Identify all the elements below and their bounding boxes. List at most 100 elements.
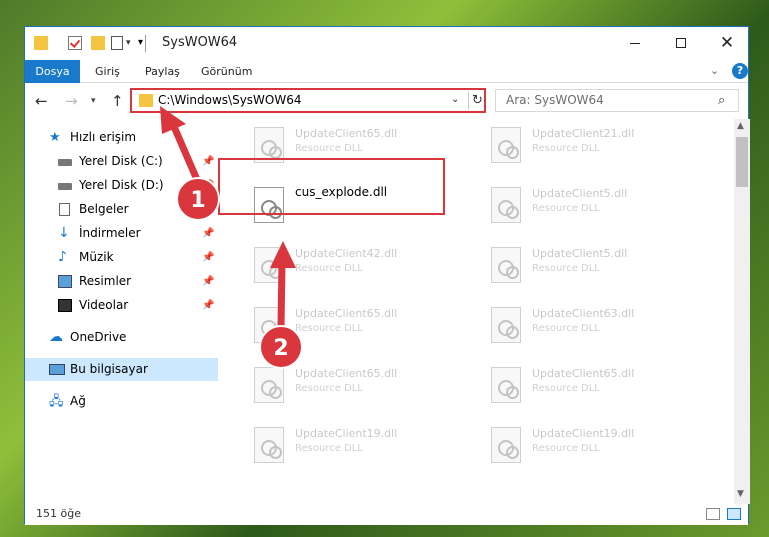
pictures-icon: [58, 275, 72, 288]
minimize-button[interactable]: [612, 27, 658, 59]
file-type: Resource DLL: [532, 323, 600, 334]
help-icon[interactable]: ?: [732, 63, 748, 79]
maximize-button[interactable]: [658, 27, 704, 59]
recent-locations-icon[interactable]: ▾: [91, 96, 96, 106]
sidebar-item-label: Hızlı erişim: [70, 130, 137, 144]
file-name: UpdateClient19.dll: [532, 427, 635, 440]
search-box[interactable]: Ara: SysWOW64 ⌕: [495, 89, 739, 112]
file-name: UpdateClient5.dll: [532, 187, 628, 200]
download-icon: ↓: [58, 225, 70, 241]
list-item[interactable]: UpdateClient19.dll Resource DLL: [246, 421, 466, 471]
properties-check-icon[interactable]: [68, 36, 82, 50]
file-name: UpdateClient65.dll: [295, 127, 398, 140]
sidebar-item-onedrive[interactable]: ☁ OneDrive: [25, 326, 218, 349]
expand-ribbon-icon[interactable]: ⌄: [710, 64, 719, 77]
sidebar-item-label: OneDrive: [70, 330, 127, 344]
tab-share[interactable]: Paylaş: [137, 60, 188, 83]
tab-view[interactable]: Görünüm: [193, 60, 260, 83]
list-item[interactable]: UpdateClient5.dll Resource DLL: [483, 181, 703, 231]
file-type: Resource DLL: [532, 203, 600, 214]
view-options-icon[interactable]: [111, 36, 123, 50]
dll-file-icon: [254, 427, 284, 463]
file-name: UpdateClient19.dll: [295, 427, 398, 440]
file-type: Resource DLL: [295, 323, 363, 334]
ribbon-tabs: Dosya Giriş Paylaş Görünüm ⌄ ?: [25, 60, 748, 83]
file-name: UpdateClient42.dll: [295, 247, 398, 260]
pin-icon[interactable]: 📌: [202, 150, 214, 173]
vertical-scrollbar[interactable]: ▲ ▼: [734, 119, 750, 504]
pin-icon[interactable]: 📌: [202, 294, 214, 317]
computer-icon: [49, 364, 65, 375]
file-type: Resource DLL: [532, 383, 600, 394]
step-1-badge: 1: [176, 177, 220, 221]
tab-file[interactable]: Dosya: [25, 60, 80, 83]
pin-icon[interactable]: 📌: [202, 270, 214, 293]
list-item[interactable]: UpdateClient5.dll Resource DLL: [483, 241, 703, 291]
details-view-icon[interactable]: [706, 508, 720, 520]
sidebar-item-downloads[interactable]: ↓ İndirmeler 📌: [25, 222, 218, 245]
folder-icon: [139, 94, 153, 107]
sidebar-item-this-pc[interactable]: Bu bilgisayar: [25, 358, 218, 381]
chevron-down-icon[interactable]: ⌄: [451, 94, 459, 105]
forward-arrow-icon[interactable]: →: [65, 92, 78, 110]
customize-toolbar-icon[interactable]: ▾: [138, 37, 143, 48]
chevron-down-icon[interactable]: ▾: [126, 38, 131, 48]
sidebar-item-pictures[interactable]: Resimler 📌: [25, 270, 218, 293]
folder-icon[interactable]: [34, 36, 48, 50]
sidebar-item-quick-access[interactable]: ★ Hızlı erişim: [25, 126, 218, 149]
file-name: UpdateClient65.dll: [295, 307, 398, 320]
file-name: UpdateClient63.dll: [532, 307, 635, 320]
maximize-icon: [676, 38, 686, 48]
scroll-thumb[interactable]: [736, 137, 748, 187]
network-icon: 🖧: [49, 394, 64, 409]
step-2-badge: 2: [259, 325, 303, 369]
divider: [145, 35, 146, 52]
up-arrow-icon[interactable]: ↑: [111, 92, 124, 110]
list-item[interactable]: UpdateClient63.dll Resource DLL: [483, 301, 703, 351]
file-name: UpdateClient65.dll: [295, 367, 398, 380]
file-type: Resource DLL: [295, 443, 363, 454]
close-button[interactable]: ✕: [704, 27, 750, 59]
search-input[interactable]: Ara: SysWOW64: [506, 93, 604, 107]
file-name: UpdateClient5.dll: [532, 247, 628, 260]
sidebar-item-label: Yerel Disk (D:): [79, 178, 164, 192]
new-folder-icon[interactable]: [91, 36, 105, 50]
file-type: Resource DLL: [295, 383, 363, 394]
list-item[interactable]: UpdateClient19.dll Resource DLL: [483, 421, 703, 471]
address-path[interactable]: C:\Windows\SysWOW64: [158, 93, 302, 107]
drive-icon: [58, 159, 72, 166]
list-item[interactable]: UpdateClient42.dll Resource DLL: [246, 241, 466, 291]
navigation-bar: ← → ▾ ↑ C:\Windows\SysWOW64 ⌄ ↻ Ara: Sys…: [25, 84, 748, 118]
refresh-icon[interactable]: ↻: [468, 91, 486, 110]
minimize-icon: [630, 42, 640, 44]
sidebar-item-label: Resimler: [79, 274, 132, 288]
documents-icon: [59, 203, 70, 216]
drive-icon: [58, 183, 72, 190]
back-arrow-icon[interactable]: ←: [35, 92, 48, 110]
scroll-up-icon[interactable]: ▲: [737, 121, 744, 131]
pin-icon[interactable]: 📌: [202, 222, 214, 245]
dll-file-icon: [491, 367, 521, 403]
sidebar-item-label: Yerel Disk (C:): [79, 154, 163, 168]
item-count: 151 öğe: [36, 507, 81, 520]
file-type: Resource DLL: [532, 143, 600, 154]
large-icons-view-icon[interactable]: [727, 508, 741, 520]
search-icon[interactable]: ⌕: [718, 93, 725, 108]
window-title: SysWOW64: [162, 35, 238, 50]
scroll-down-icon[interactable]: ▼: [737, 489, 744, 499]
tab-home[interactable]: Giriş: [87, 60, 128, 83]
list-item[interactable]: UpdateClient21.dll Resource DLL: [483, 121, 703, 171]
sidebar-item-videos[interactable]: Videolar 📌: [25, 294, 218, 317]
file-type: Resource DLL: [295, 143, 363, 154]
sidebar-item-music[interactable]: ♪ Müzik 📌: [25, 246, 218, 269]
dll-file-icon: [491, 187, 521, 223]
sidebar-item-network[interactable]: 🖧 Ağ: [25, 390, 218, 413]
explorer-window: ▾ ▾ SysWOW64 ✕ Dosya Giriş Paylaş Görünü…: [24, 26, 750, 525]
list-item[interactable]: UpdateClient65.dll Resource DLL: [483, 361, 703, 411]
sidebar-item-label: Bu bilgisayar: [70, 362, 148, 376]
pin-icon[interactable]: 📌: [202, 246, 214, 269]
highlight-box: [218, 158, 445, 215]
address-bar[interactable]: C:\Windows\SysWOW64 ⌄ ↻: [130, 88, 486, 113]
dll-file-icon: [491, 247, 521, 283]
sidebar-item-disk-c[interactable]: Yerel Disk (C:) 📌: [25, 150, 218, 173]
